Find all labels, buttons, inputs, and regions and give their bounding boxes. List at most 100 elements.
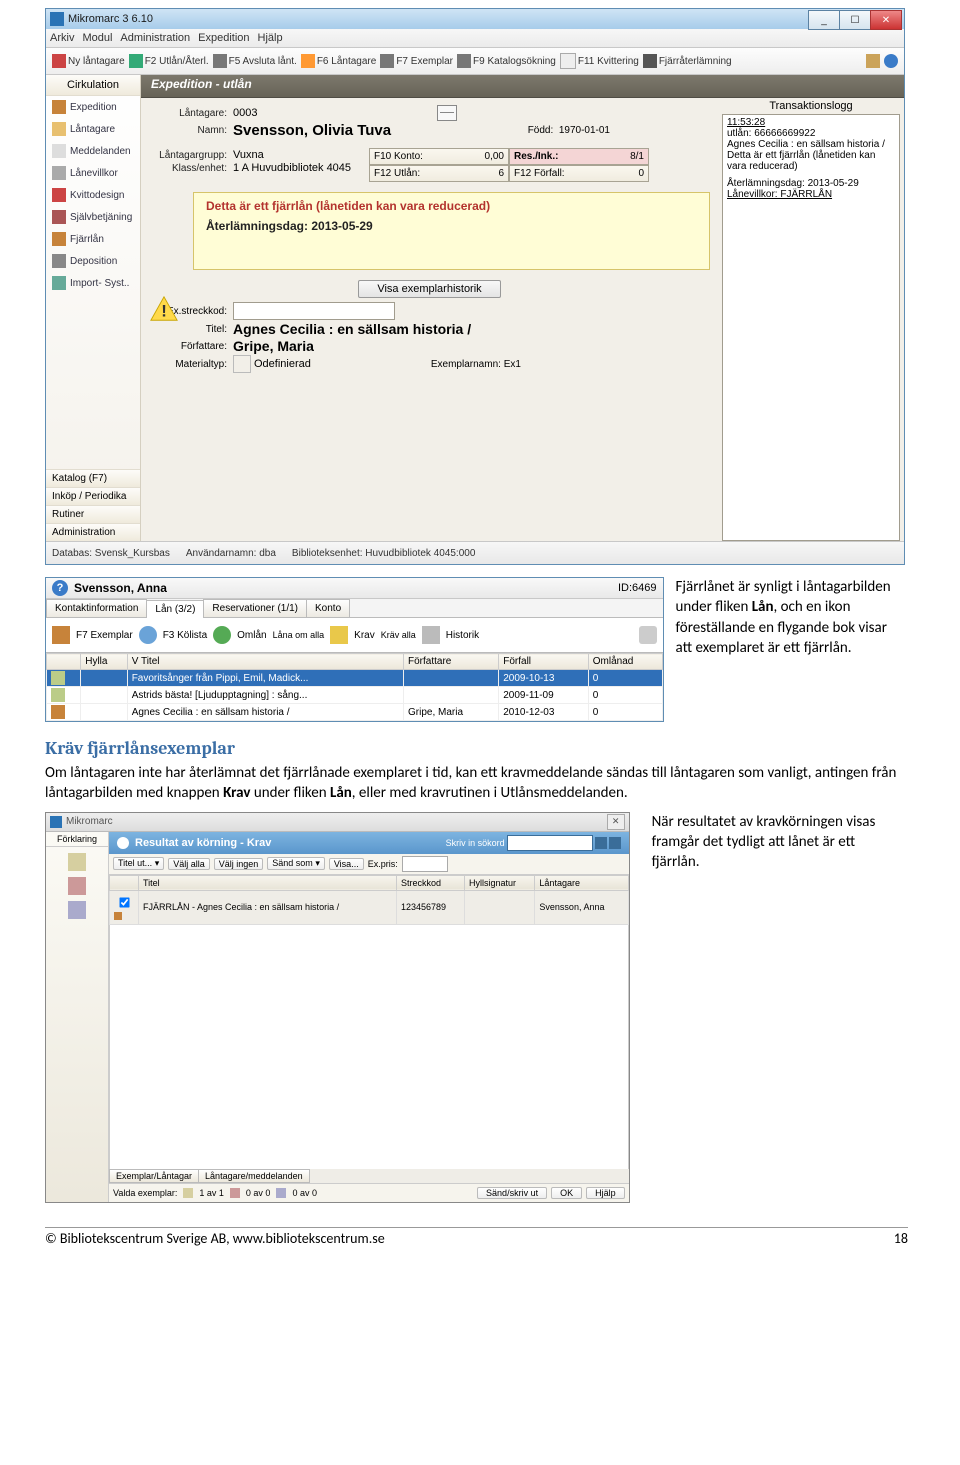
loans-row[interactable]: Favoritsånger från Pippi, Emil, Madick..…: [47, 670, 663, 687]
history-icon: [422, 626, 440, 644]
krav-search-input[interactable]: [507, 835, 593, 851]
krav-window: Mikromarc ✕ Förklaring Resultat av körni…: [45, 812, 630, 1203]
kt-valj-alla[interactable]: Välj alla: [168, 858, 210, 870]
bt-krav-alla[interactable]: Kräv alla: [381, 630, 416, 640]
btn-hjalp[interactable]: Hjälp: [586, 1187, 625, 1199]
bt-krav[interactable]: Krav: [354, 630, 375, 641]
row-checkbox[interactable]: [119, 897, 129, 907]
bt-exemplar[interactable]: F7 Exemplar: [76, 630, 133, 641]
wrench-icon[interactable]: [866, 54, 880, 68]
log-body[interactable]: 11:53:28 utlån: 66666669922 Agnes Cecili…: [722, 114, 900, 541]
help-icon[interactable]: [884, 54, 898, 68]
bt-lana-om-alla[interactable]: Låna om alla: [273, 630, 325, 640]
close-button[interactable]: ✕: [607, 814, 625, 830]
sidebar-expedition[interactable]: Expedition: [46, 96, 140, 118]
search-icon[interactable]: [595, 837, 607, 849]
return-icon: [643, 54, 657, 68]
cell-forfall[interactable]: F12 Förfall:0: [509, 165, 649, 182]
menu-hjalp[interactable]: Hjälp: [258, 32, 283, 44]
sidebar-header: Cirkulation: [46, 75, 140, 96]
sidebar-meddelanden[interactable]: Meddelanden: [46, 140, 140, 162]
borrower-name: Svensson, Olivia Tuva: [233, 122, 391, 139]
tab-reservationer[interactable]: Reservationer (1/1): [203, 599, 307, 617]
sidebar-sjalvbetjaning[interactable]: Självbetjäning: [46, 206, 140, 228]
sidebar-rutiner[interactable]: Rutiner: [46, 505, 140, 523]
borrower-icon: [301, 54, 315, 68]
material-type: Odefinierad: [254, 358, 311, 370]
bt-kolista[interactable]: F3 Kölista: [163, 630, 207, 641]
menu-arkiv[interactable]: Arkiv: [50, 32, 74, 44]
borrower-dob: 1970-01-01: [559, 125, 610, 136]
caption-1: Fjärrlånet är synligt i låntagarbilden u…: [676, 577, 903, 722]
tb-fjarraterlamning[interactable]: Fjärråterlämning: [643, 54, 732, 68]
maximize-button[interactable]: ☐: [839, 10, 871, 30]
kt-valj-ingen[interactable]: Välj ingen: [214, 858, 264, 870]
expris-input[interactable]: [402, 856, 448, 872]
btn-sand[interactable]: Sänd/skriv ut: [477, 1187, 547, 1199]
sidebar-admin[interactable]: Administration: [46, 523, 140, 541]
printer-icon[interactable]: [639, 626, 657, 644]
book-icon: [52, 626, 70, 644]
krav-grid: Titel Streckkod Hyllsignatur Låntagare F…: [109, 875, 629, 925]
toolbar: Ny låntagare F2 Utlån/Återl. F5 Avsluta …: [46, 48, 904, 75]
sidebar: Cirkulation Expedition Låntagare Meddela…: [46, 75, 141, 541]
status-user: Användarnamn: dba: [186, 548, 276, 559]
tb-avsluta[interactable]: F5 Avsluta lånt.: [213, 54, 297, 68]
tb-katalog[interactable]: F9 Katalogsökning: [457, 54, 556, 68]
kt-tab1[interactable]: Exemplar/Låntagar: [109, 1169, 199, 1183]
borrower-toolbar: F7 Exemplar F3 Kölista Omlån Låna om all…: [46, 618, 663, 653]
tb-ny-lantagare[interactable]: Ny låntagare: [52, 54, 125, 68]
krav-sidebar: Förklaring: [46, 832, 109, 1202]
alert-box: Detta är ett fjärrlån (lånetiden kan var…: [193, 192, 710, 270]
legend-icon: [68, 877, 86, 895]
bt-omlan[interactable]: Omlån: [237, 630, 266, 641]
kt-visa[interactable]: Visa...: [329, 858, 364, 870]
sidebar-inkop[interactable]: Inköp / Periodika: [46, 487, 140, 505]
loans-row[interactable]: Agnes Cecilia : en sällsam historia /Gri…: [47, 704, 663, 721]
help-icon[interactable]: ?: [52, 580, 68, 596]
menu-modul[interactable]: Modul: [82, 32, 112, 44]
email-icon[interactable]: [437, 105, 457, 121]
tb-lantagare[interactable]: F6 Låntagare: [301, 54, 377, 68]
bt-historik[interactable]: Historik: [446, 630, 479, 641]
mikromarc-main-window: Mikromarc 3 6.10 _ ☐ ✕ Arkiv Modul Admin…: [45, 8, 905, 565]
end-icon: [213, 54, 227, 68]
borrower-tabs: Kontaktinformation Lån (3/2) Reservation…: [46, 599, 663, 618]
cell-res[interactable]: Res./Ink.:8/1: [509, 148, 649, 165]
sidebar-deposition[interactable]: Deposition: [46, 250, 140, 272]
minimize-button[interactable]: _: [808, 10, 840, 30]
sidebar-lantagare[interactable]: Låntagare: [46, 118, 140, 140]
kt-tab2[interactable]: Låntagare/meddelanden: [198, 1169, 310, 1183]
krav-footer: Valda exemplar: 1 av 1 0 av 0 0 av 0 Sän…: [109, 1183, 629, 1202]
kt-title[interactable]: Titel ut... ▾: [113, 857, 164, 870]
sidebar-lanevillkor[interactable]: Lånevillkor: [46, 162, 140, 184]
cell-konto[interactable]: F10 Konto:0,00: [369, 148, 509, 165]
close-button[interactable]: ✕: [870, 10, 902, 30]
selfservice-icon: [52, 210, 66, 224]
sidebar-kvittodesign[interactable]: Kvittodesign: [46, 184, 140, 206]
btn-ok[interactable]: OK: [551, 1187, 582, 1199]
menu-expedition[interactable]: Expedition: [198, 32, 249, 44]
tab-kontakt[interactable]: Kontaktinformation: [46, 599, 147, 617]
sidebar-fjarrlan[interactable]: Fjärrlån: [46, 228, 140, 250]
page-number: 18: [894, 1230, 908, 1247]
body-paragraph: Om låntagaren inte har återlämnat det fj…: [45, 763, 908, 804]
barcode-input[interactable]: [233, 302, 395, 320]
transaction-log: Transaktionslogg 11:53:28 utlån: 6666666…: [718, 98, 904, 541]
tab-konto[interactable]: Konto: [306, 599, 350, 617]
legend-icon: [276, 1188, 286, 1198]
kt-sand-som[interactable]: Sänd som ▾: [267, 857, 325, 870]
sidebar-import[interactable]: Import- Syst..: [46, 272, 140, 294]
loans-row[interactable]: Astrids bästa! [Ljudupptagning] : sång..…: [47, 687, 663, 704]
legend-icon: [230, 1188, 240, 1198]
history-button[interactable]: Visa exemplarhistorik: [358, 280, 500, 298]
tb-utlan[interactable]: F2 Utlån/Återl.: [129, 54, 209, 68]
tb-kvittering[interactable]: F11 Kvittering: [560, 53, 639, 69]
cell-utlan[interactable]: F12 Utlån:6: [369, 165, 509, 182]
krav-row[interactable]: FJÄRRLÅN - Agnes Cecilia : en sällsam hi…: [110, 890, 629, 924]
tab-lan[interactable]: Lån (3/2): [146, 600, 204, 618]
go-icon[interactable]: [609, 837, 621, 849]
tb-exemplar[interactable]: F7 Exemplar: [380, 54, 453, 68]
menu-administration[interactable]: Administration: [120, 32, 190, 44]
sidebar-katalog[interactable]: Katalog (F7): [46, 469, 140, 487]
